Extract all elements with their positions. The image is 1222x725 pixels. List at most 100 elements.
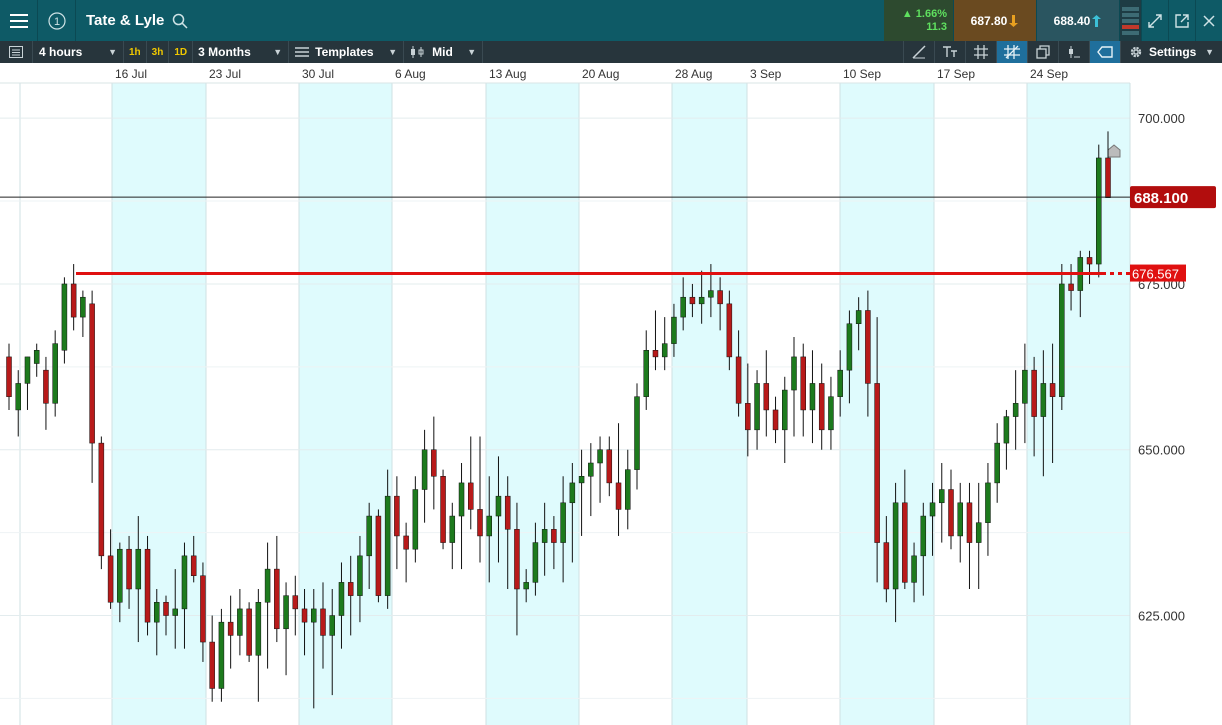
- candle-body: [698, 296, 705, 305]
- candle-body: [98, 442, 105, 557]
- buy-price: 688.40: [1053, 13, 1091, 28]
- price-tick-label: 625.000: [1138, 609, 1185, 624]
- candle-body: [311, 608, 317, 623]
- candle-body: [606, 449, 613, 484]
- range-label: 3 Months: [198, 45, 251, 59]
- range-select[interactable]: 3 Months ▼: [193, 41, 290, 63]
- candle-body: [468, 482, 474, 510]
- text-tool[interactable]: [935, 41, 966, 63]
- date-label: 28 Aug: [675, 67, 712, 81]
- price-type-select[interactable]: Mid ▼: [404, 41, 484, 63]
- candle-body: [615, 482, 622, 510]
- settings-button[interactable]: Settings ▼: [1121, 41, 1222, 63]
- candle-body: [772, 409, 779, 431]
- price-tick-label: 700.000: [1138, 111, 1185, 126]
- week-band: [672, 83, 747, 725]
- candle-body: [126, 548, 132, 590]
- quick-1h-button[interactable]: 1h: [124, 41, 147, 63]
- candle-body: [24, 356, 31, 384]
- quick-3h-button[interactable]: 3h: [147, 41, 170, 63]
- candle-body: [939, 489, 945, 504]
- candle-body: [366, 515, 372, 557]
- candle-body: [948, 489, 954, 537]
- sell-button[interactable]: 687.80: [953, 0, 1036, 41]
- candle-body: [154, 602, 160, 623]
- week-band: [486, 83, 579, 725]
- date-label: 24 Sep: [1030, 67, 1068, 81]
- chart-canvas[interactable]: 16 Jul 23 Jul 30 Jul 6 Aug 13 Aug 20 Aug 28 Au…: [0, 63, 1222, 725]
- label-tool[interactable]: [1090, 41, 1121, 63]
- candle-body: [403, 535, 409, 550]
- buy-button[interactable]: 688.40: [1036, 0, 1119, 41]
- chart-toolbar: 4 hours ▼ 1h 3h 1D 3 Months ▼ Templates …: [0, 41, 1222, 63]
- interval-select[interactable]: 4 hours ▼: [33, 41, 124, 63]
- candle-body: [855, 310, 862, 324]
- candle-body: [163, 602, 169, 616]
- candle-body: [514, 529, 520, 590]
- current-price-value: 688.100: [1134, 190, 1188, 207]
- candle-body: [301, 608, 308, 623]
- candle-body: [957, 502, 963, 537]
- candle-body: [652, 350, 659, 358]
- candle-body: [791, 356, 797, 391]
- candle-body: [144, 548, 151, 623]
- draw-line-tool[interactable]: [903, 41, 935, 63]
- candle-body: [33, 350, 40, 364]
- candle-body: [246, 608, 252, 656]
- candle-body: [347, 582, 354, 596]
- templates-select[interactable]: Templates ▼: [289, 41, 405, 63]
- search-icon[interactable]: [172, 13, 188, 29]
- candle-body: [15, 383, 21, 411]
- close-button[interactable]: [1195, 0, 1222, 41]
- candle-body: [837, 369, 843, 397]
- instrument-title[interactable]: Tate & Lyle: [76, 0, 188, 41]
- date-label: 13 Aug: [489, 67, 526, 81]
- price-tick-label: 650.000: [1138, 443, 1185, 458]
- candle-body: [569, 482, 576, 504]
- grid-tool[interactable]: [966, 41, 997, 63]
- templates-label: Templates: [315, 45, 374, 59]
- candle-body: [809, 383, 816, 411]
- date-label: 20 Aug: [582, 67, 619, 81]
- candle-body: [625, 469, 631, 510]
- trendline-icon: [912, 45, 926, 59]
- candle-body: [1031, 369, 1037, 417]
- price-chart[interactable]: 16 Jul 23 Jul 30 Jul 6 Aug 13 Aug 20 Aug 28 Au…: [0, 63, 1222, 725]
- candle-body: [6, 356, 12, 397]
- candle-body: [578, 476, 585, 484]
- crosshair-grid-tool[interactable]: [997, 41, 1028, 63]
- candle-body: [449, 515, 456, 543]
- chart-window: 1 Tate & Lyle ▲ 1.66% 11.3 687.80 688.40: [0, 0, 1222, 725]
- candle-body: [218, 621, 225, 689]
- week-band: [840, 83, 934, 725]
- candle-body: [209, 641, 215, 689]
- quick-1d-button[interactable]: 1D: [169, 41, 194, 63]
- candle-body: [708, 290, 714, 298]
- list-button[interactable]: [0, 41, 33, 63]
- arrow-down-icon: [1009, 14, 1019, 27]
- candle-body: [597, 449, 603, 464]
- candle-body: [237, 608, 243, 636]
- candle-body: [874, 383, 880, 543]
- popout-button[interactable]: [1168, 0, 1195, 41]
- info-button[interactable]: 1: [38, 0, 76, 41]
- candle-body: [283, 595, 289, 630]
- svg-text:1: 1: [53, 16, 59, 28]
- change-percent: ▲ 1.66%: [901, 7, 947, 20]
- candle-body: [1105, 157, 1111, 198]
- candle-body: [320, 608, 326, 636]
- expand-button[interactable]: [1141, 0, 1168, 41]
- candle-body: [135, 548, 142, 590]
- candle-body: [274, 568, 280, 630]
- layers-tool[interactable]: [1028, 41, 1059, 63]
- menu-button[interactable]: [0, 0, 38, 41]
- date-label: 16 Jul: [115, 67, 147, 81]
- indicator-tool[interactable]: [1059, 41, 1090, 63]
- hamburger-icon: [9, 13, 28, 28]
- candle-body: [966, 502, 973, 543]
- chevron-down-icon: ▼: [467, 47, 477, 57]
- candle-body: [384, 495, 391, 596]
- layers-icon: [1036, 45, 1050, 59]
- candle-body: [846, 323, 853, 371]
- candle-body: [929, 502, 936, 517]
